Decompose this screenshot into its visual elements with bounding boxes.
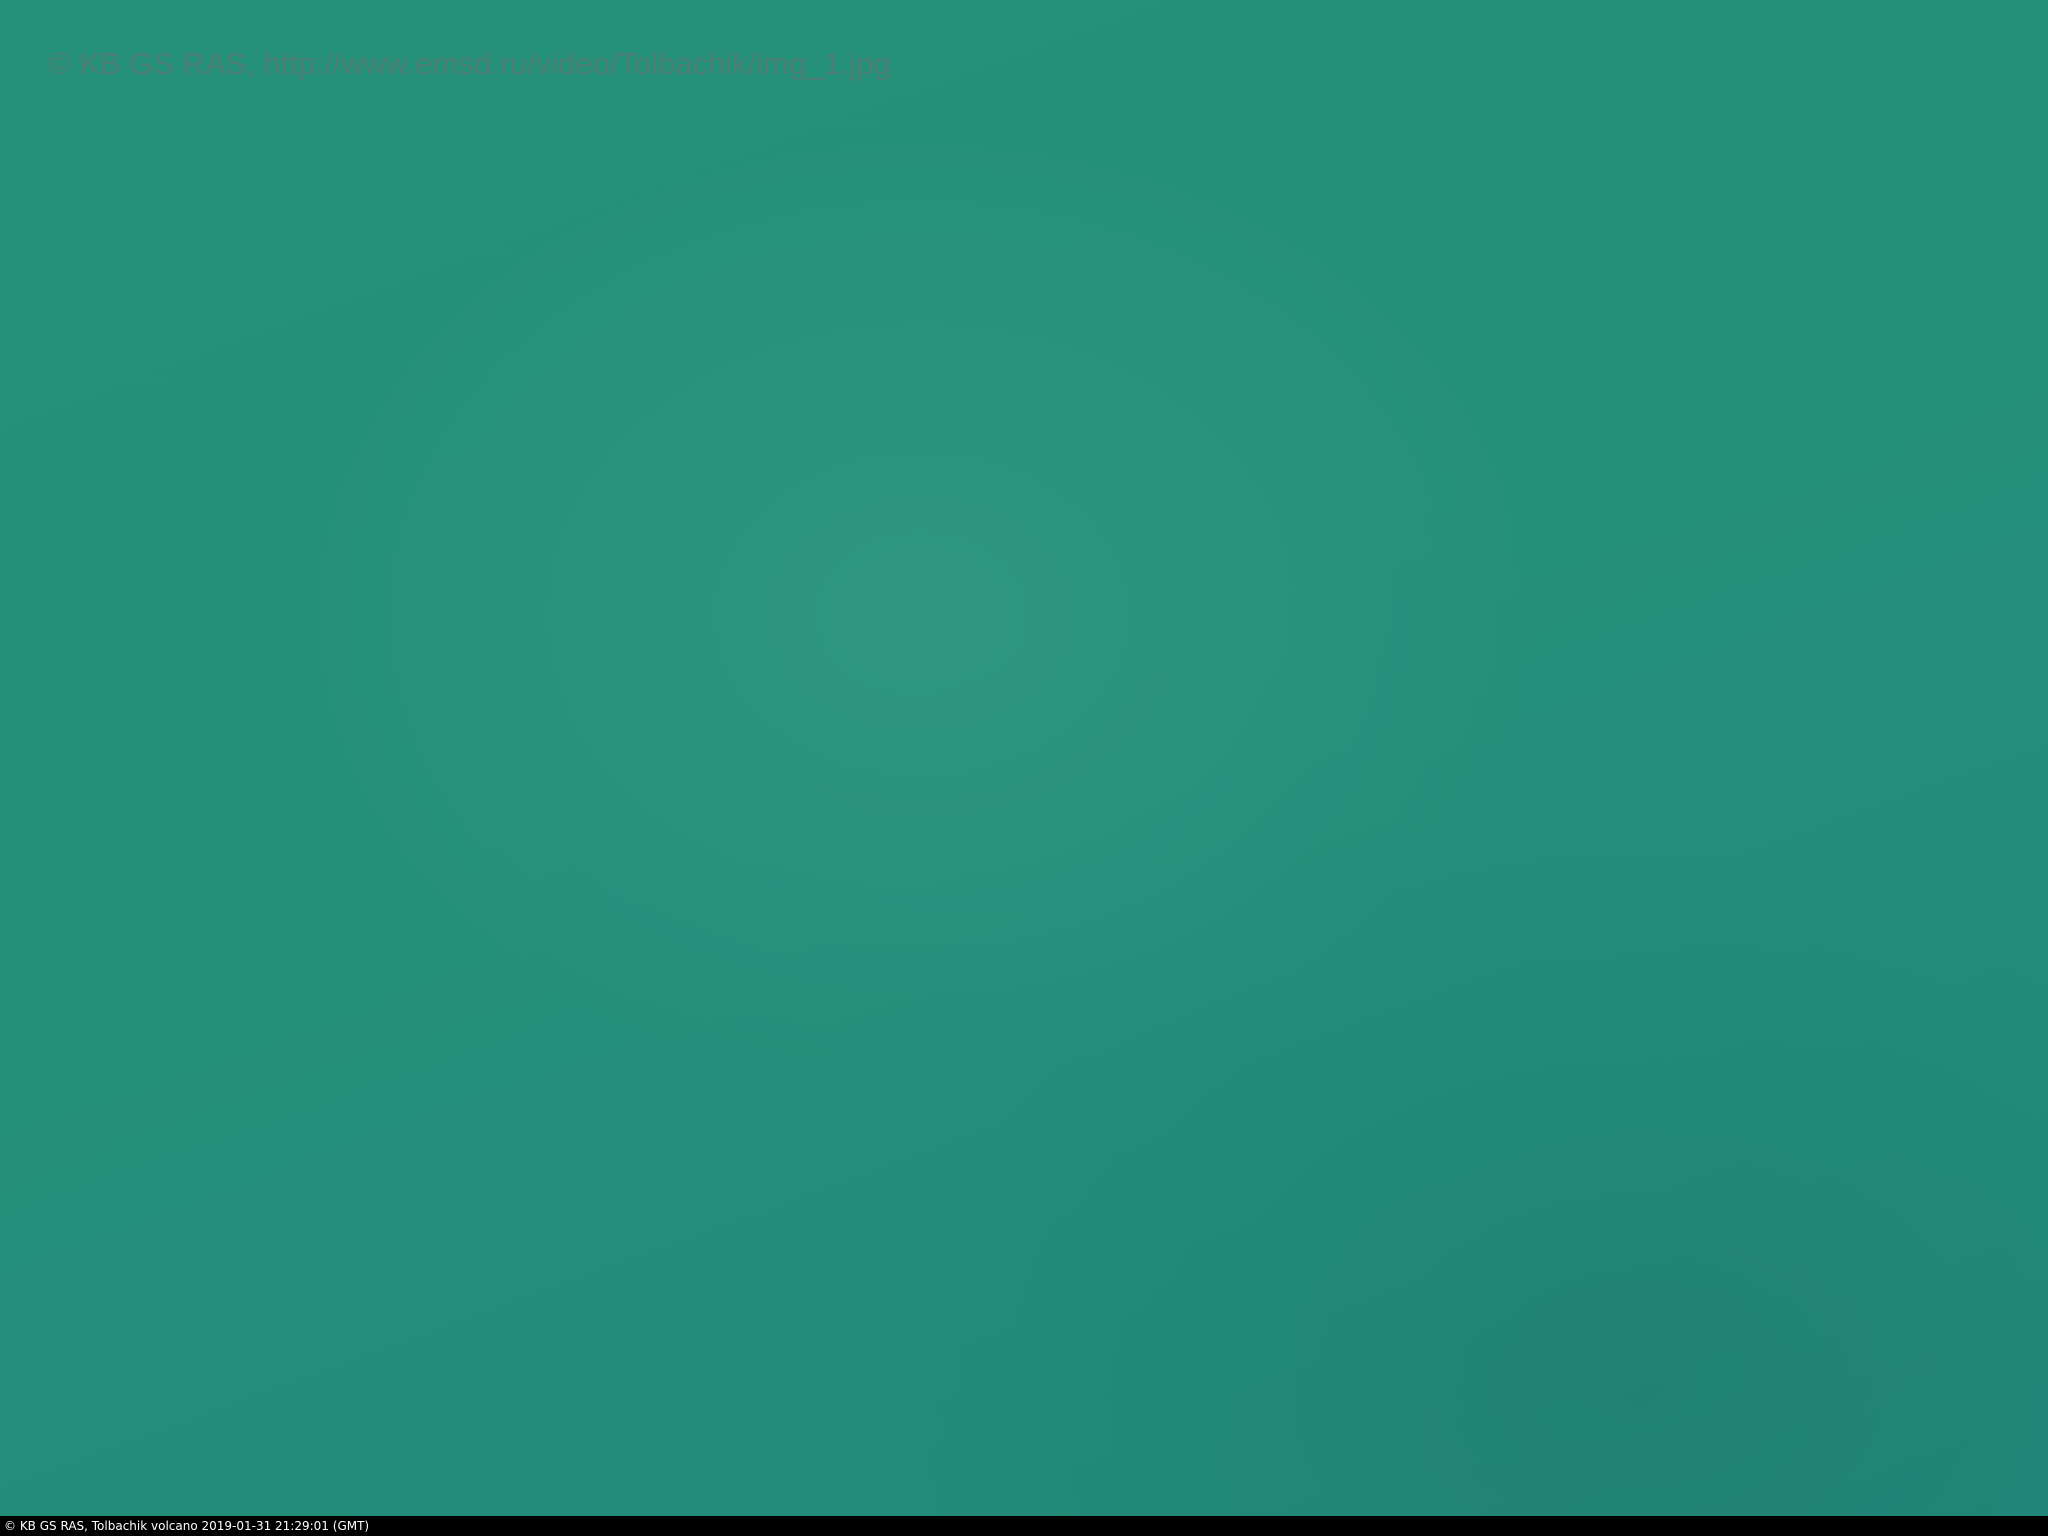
watermark-text: © KB GS RAS, http://www.emsd.ru/video/To… <box>48 46 891 81</box>
caption-text: © KB GS RAS, Tolbachik volcano 2019-01-3… <box>4 1519 370 1533</box>
caption-bar: © KB GS RAS, Tolbachik volcano 2019-01-3… <box>0 1516 2048 1536</box>
webcam-image: © KB GS RAS, http://www.emsd.ru/video/To… <box>0 0 2048 1536</box>
